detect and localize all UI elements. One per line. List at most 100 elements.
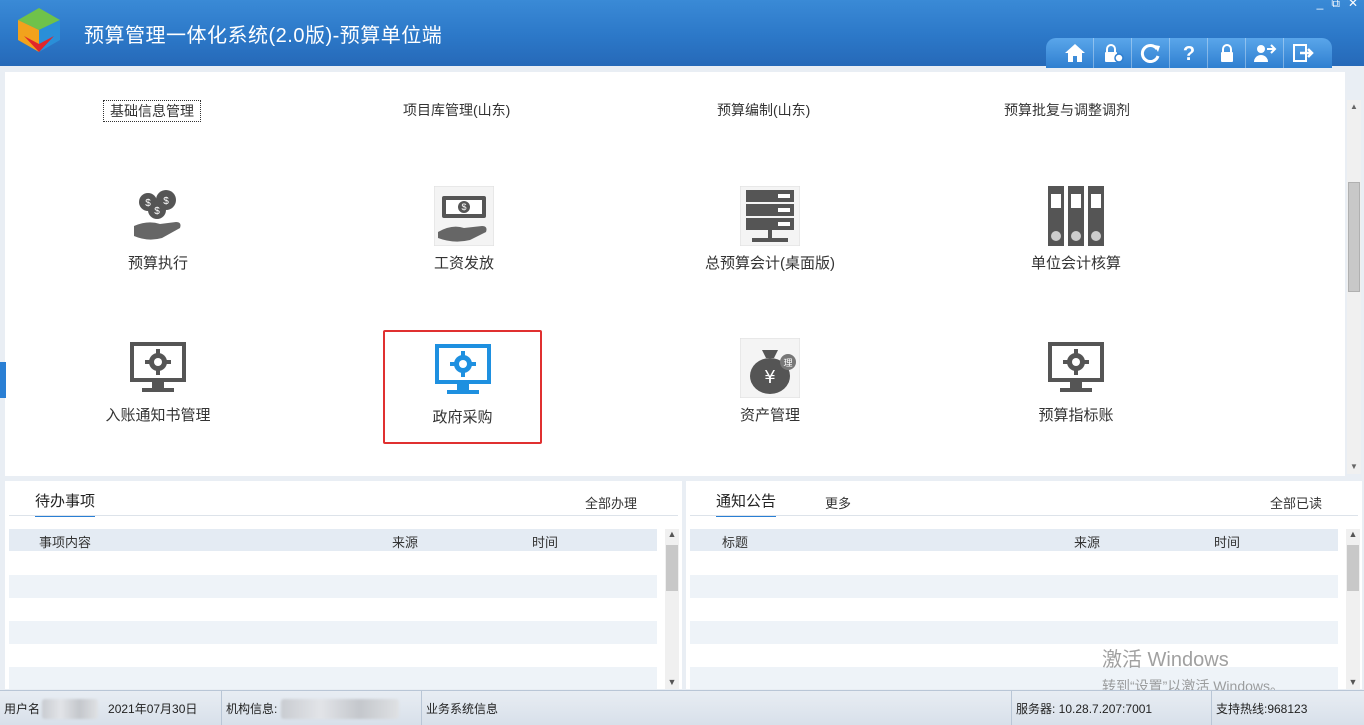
scroll-thumb[interactable] [1348,182,1360,292]
svg-text:理: 理 [783,358,792,369]
svg-text:$: $ [461,202,466,212]
binders-icon [1048,186,1104,246]
module-label: 预算执行 [127,255,188,272]
scroll-up-icon[interactable]: ▲ [665,529,679,539]
money-hand-icon: $ $ $ [134,190,181,240]
module-entry-notice[interactable]: 入账通知书管理 [73,338,243,448]
status-system-info: 业务系统信息 [422,691,1012,725]
mark-all-read-link[interactable]: 全部已读 [1270,493,1322,512]
money-bag-icon: ¥ 理 [740,338,800,398]
status-user: 用户名 2021年07月30日 [0,691,222,725]
windows-activation-watermark: 激活 Windows 转到“设置”以激活 Windows。 [1102,643,1284,696]
hotline-text: 支持热线:968123 [1216,702,1308,716]
minimize-icon[interactable]: _ [1317,0,1324,11]
todo-panel: 待办事项 全部办理 事项内容 来源 时间 ▲ ▼ [5,481,682,689]
notice-scrollbar[interactable]: ▲ ▼ [1346,529,1360,689]
column-header: 时间 [1214,535,1241,550]
tab-project-library[interactable]: 项目库管理(山东) [403,100,510,120]
tab-todo[interactable]: 待办事项 [35,490,96,517]
redacted-org [281,698,400,719]
svg-text:$: $ [154,206,160,217]
divider [9,515,678,516]
scroll-down-icon[interactable]: ▼ [665,677,679,687]
side-expand-handle[interactable] [0,362,6,398]
module-general-accounting[interactable]: 总预算会计(桌面版) [685,186,855,296]
module-label: 工资发放 [433,255,494,272]
status-bar: 用户名 2021年07月30日 机构信息: 业务系统信息 服务器: 10.28.… [0,690,1364,725]
redacted-username [42,698,99,719]
refresh-icon[interactable] [1132,38,1170,68]
svg-text:$: $ [163,196,169,207]
system-info-text: 业务系统信息 [426,702,499,716]
module-salary-payment[interactable]: $ 工资发放 [379,186,549,296]
tab-budget-approval[interactable]: 预算批复与调整调剂 [1004,100,1130,120]
module-budget-indicator[interactable]: 预算指标账 [991,338,1161,448]
restore-icon[interactable]: ⧉ [1331,0,1340,11]
lock-icon[interactable] [1208,38,1246,68]
toolbar: ? [1046,38,1332,68]
todo-scrollbar[interactable]: ▲ ▼ [665,529,679,689]
module-unit-accounting[interactable]: 单位会计核算 [991,186,1161,296]
module-scrollbar[interactable]: ▲ ▼ [1347,100,1361,474]
svg-text:$: $ [145,198,151,209]
process-all-link[interactable]: 全部办理 [585,493,637,512]
todo-table-header: 事项内容 来源 时间 [9,529,657,551]
table-row [9,667,657,689]
notice-table-header: 标题 来源 时间 [690,529,1338,551]
module-label: 资产管理 [739,407,800,424]
cash-payout-icon: $ [434,186,494,246]
module-label: 政府采购 [432,409,493,426]
watermark-title: 激活 Windows [1102,649,1229,671]
server-text: 服务器: 10.28.7.207:7001 [1016,702,1153,716]
status-date: 2021年07月30日 [108,702,198,716]
column-header: 来源 [392,535,419,550]
module-budget-execution[interactable]: $ $ $ 预算执行 [73,186,243,296]
exit-icon[interactable] [1284,38,1322,68]
svg-text:¥: ¥ [764,367,775,388]
monitor-gear-icon [1048,342,1104,392]
lock-settings-icon[interactable] [1094,38,1132,68]
table-row [9,621,657,644]
scroll-thumb[interactable] [666,545,678,591]
column-header: 标题 [722,535,749,550]
status-server: 服务器: 10.28.7.207:7001 [1012,691,1212,725]
module-label: 预算指标账 [1038,407,1114,424]
module-asset-management[interactable]: ¥ 理 资产管理 [685,338,855,448]
user-label: 用户名 [4,702,41,716]
user-switch-icon[interactable] [1246,38,1284,68]
monitor-gear-icon [130,342,186,392]
module-label: 入账通知书管理 [105,407,211,424]
monitor-gear-blue-icon [434,344,491,394]
window-controls[interactable]: _ ⧉ ✕ [1317,0,1358,11]
table-row [690,621,1338,644]
status-org: 机构信息: [222,691,422,725]
tab-budget-compilation[interactable]: 预算编制(山东) [717,100,810,120]
module-label: 总预算会计(桌面版) [705,255,835,272]
column-header: 时间 [532,535,559,550]
module-government-procurement[interactable]: 政府采购 [383,330,542,444]
column-header: 事项内容 [39,535,92,550]
svg-text:?: ? [1182,43,1194,63]
title-bar: 预算管理一体化系统(2.0版)-预算单位端 _ ⧉ ✕ ? [0,0,1364,68]
app-title: 预算管理一体化系统(2.0版)-预算单位端 [84,25,443,47]
close-icon[interactable]: ✕ [1348,0,1358,11]
org-label: 机构信息: [226,702,278,716]
scroll-up-icon[interactable]: ▲ [1347,100,1361,114]
table-row [9,575,657,598]
app-logo-icon [18,8,60,52]
tab-basic-info[interactable]: 基础信息管理 [103,100,201,122]
scroll-down-icon[interactable]: ▼ [1346,677,1360,687]
server-icon [740,186,800,246]
table-row [690,575,1338,598]
scroll-thumb[interactable] [1347,545,1359,591]
more-link[interactable]: 更多 [825,493,851,512]
scroll-up-icon[interactable]: ▲ [1346,529,1360,539]
column-header: 来源 [1074,535,1101,550]
module-label: 单位会计核算 [1030,255,1121,272]
divider [690,515,1358,516]
tab-notices[interactable]: 通知公告 [716,490,777,517]
status-hotline: 支持热线:968123 [1212,691,1364,725]
scroll-down-icon[interactable]: ▼ [1347,460,1361,474]
help-icon[interactable]: ? [1170,38,1208,68]
home-icon[interactable] [1056,38,1094,68]
